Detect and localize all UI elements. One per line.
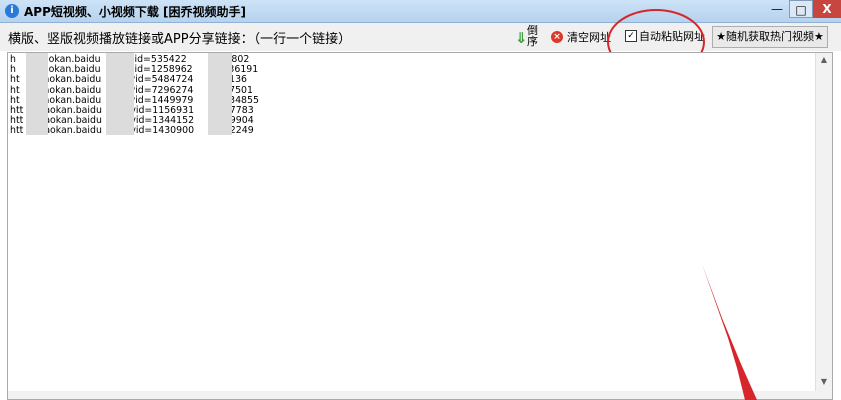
annotation-arrow	[702, 264, 757, 400]
